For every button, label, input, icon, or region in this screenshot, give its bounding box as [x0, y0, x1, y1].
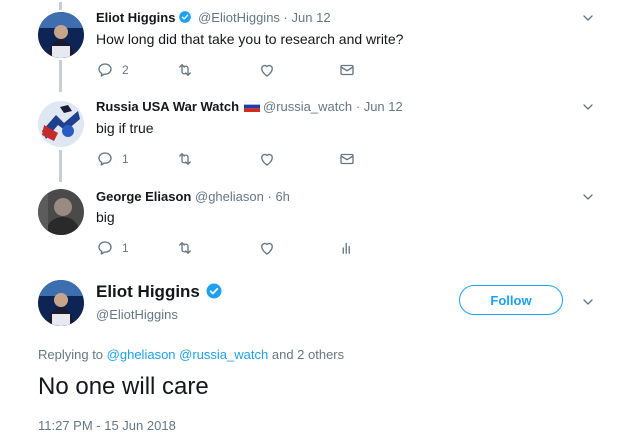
retweet-button[interactable]: [176, 150, 194, 168]
retweet-button[interactable]: [176, 61, 194, 79]
author-handle[interactable]: @EliotHiggins: [198, 10, 280, 25]
like-button[interactable]: [258, 150, 276, 168]
reply-icon: [96, 239, 114, 257]
dm-button[interactable]: [338, 61, 356, 79]
tweet-text: big: [96, 209, 115, 225]
envelope-icon: [338, 150, 356, 168]
avatar[interactable]: [38, 189, 84, 235]
reply-count: 2: [122, 63, 129, 77]
analytics-button[interactable]: [338, 239, 356, 257]
tweet-text: No one will care: [38, 373, 209, 400]
tweet-text: big if true: [96, 120, 154, 136]
chevron-down-icon[interactable]: [580, 294, 596, 315]
reply-button[interactable]: 2: [96, 61, 129, 79]
mention-link[interactable]: @russia_watch: [179, 347, 268, 362]
retweet-icon: [176, 61, 194, 79]
reply-button[interactable]: 1: [96, 150, 129, 168]
author-handle[interactable]: @gheliason: [195, 189, 264, 204]
author-name[interactable]: George Eliason: [96, 189, 191, 204]
retweet-icon: [176, 239, 194, 257]
replying-prefix: Replying to: [38, 347, 104, 362]
avatar[interactable]: [38, 101, 84, 147]
retweet-button[interactable]: [176, 239, 194, 257]
separator: ·: [283, 10, 288, 25]
reply-icon: [96, 150, 114, 168]
chevron-down-icon[interactable]: [580, 99, 596, 120]
thread-line: [59, 60, 62, 92]
separator: ·: [355, 99, 361, 114]
retweet-icon: [176, 150, 194, 168]
like-icon: [258, 239, 276, 257]
tweet-text: How long did that take you to research a…: [96, 31, 404, 47]
reply-icon: [96, 61, 114, 79]
thread-line: [59, 150, 62, 182]
thread-line: [59, 2, 62, 10]
author-name[interactable]: Eliot Higgins: [96, 282, 200, 301]
replying-suffix[interactable]: and 2 others: [272, 347, 344, 362]
author-name[interactable]: Eliot Higgins: [96, 10, 175, 25]
author-handle[interactable]: @EliotHiggins: [96, 307, 178, 322]
reply-button[interactable]: 1: [96, 239, 129, 257]
avatar[interactable]: [38, 280, 84, 326]
chevron-down-icon[interactable]: [580, 10, 596, 31]
like-button[interactable]: [258, 61, 276, 79]
tweet-timestamp[interactable]: Jun 12: [364, 99, 403, 114]
like-icon: [258, 61, 276, 79]
analytics-icon: [338, 239, 356, 257]
mention-link[interactable]: @gheliason: [107, 347, 176, 362]
author-handle[interactable]: @russia_watch: [263, 99, 352, 114]
like-icon: [258, 150, 276, 168]
reply-count: 1: [122, 241, 129, 255]
verified-badge-icon: [205, 282, 223, 300]
tweet-timestamp[interactable]: Jun 12: [292, 10, 331, 25]
tweet-timestamp[interactable]: 11:27 PM - 15 Jun 2018: [38, 418, 176, 433]
dm-button[interactable]: [338, 150, 356, 168]
avatar[interactable]: [38, 12, 84, 58]
separator: ·: [267, 189, 272, 204]
author-name[interactable]: Russia USA War Watch: [96, 99, 239, 114]
reply-count: 1: [122, 152, 129, 166]
russia-flag-icon: [244, 101, 261, 112]
follow-button[interactable]: Follow: [459, 285, 563, 315]
verified-badge-icon: [178, 10, 192, 24]
replying-to-line: Replying to @gheliason @russia_watch and…: [38, 347, 344, 362]
like-button[interactable]: [258, 239, 276, 257]
chevron-down-icon[interactable]: [580, 189, 596, 210]
tweet-timestamp[interactable]: 6h: [275, 189, 289, 204]
envelope-icon: [338, 61, 356, 79]
